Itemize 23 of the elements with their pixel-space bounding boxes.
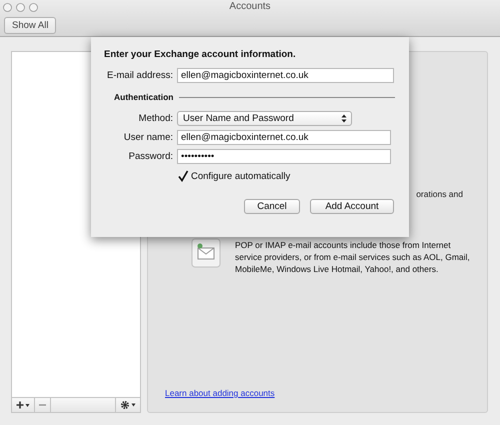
checkmark-icon [177,170,189,182]
exchange-description: orations and [416,189,463,199]
field-label: User name: [122,132,173,143]
configure-checkbox[interactable]: Configure automatically [177,170,290,182]
field-label: Method: [138,113,173,124]
gear-icon [120,400,136,410]
learn-link[interactable]: Learn about adding accounts [165,388,275,398]
sheet-heading: Enter your Exchange account information. [104,49,297,60]
field-label: E-mail address: [106,70,173,81]
section-label: Authentication [114,92,174,102]
updown-caret-icon [341,114,347,123]
show-all-button[interactable]: Show All [4,17,56,34]
plus-caret-icon [16,401,30,409]
email-account-description: POP or IMAP e-mail accounts include those from Internet service providers, or from e-mail services such as AOL, Gmail, MobileMe, Windows Live Hotmail, Yahoo!, and others. [235,239,471,275]
add-account-button[interactable]: Add Account [310,199,394,214]
text-field[interactable]: ellen@magicboxinternet.co.uk [177,68,394,83]
cancel-button[interactable]: Cancel [244,199,300,214]
minus-icon [39,404,46,406]
text-field[interactable]: ellen@magicboxinternet.co.uk [177,130,391,145]
window-title: Accounts [228,1,272,12]
password-field[interactable]: •••••••••• [177,149,391,164]
method-popup[interactable]: User Name and Password [177,111,352,126]
field-label: Password: [128,151,173,162]
